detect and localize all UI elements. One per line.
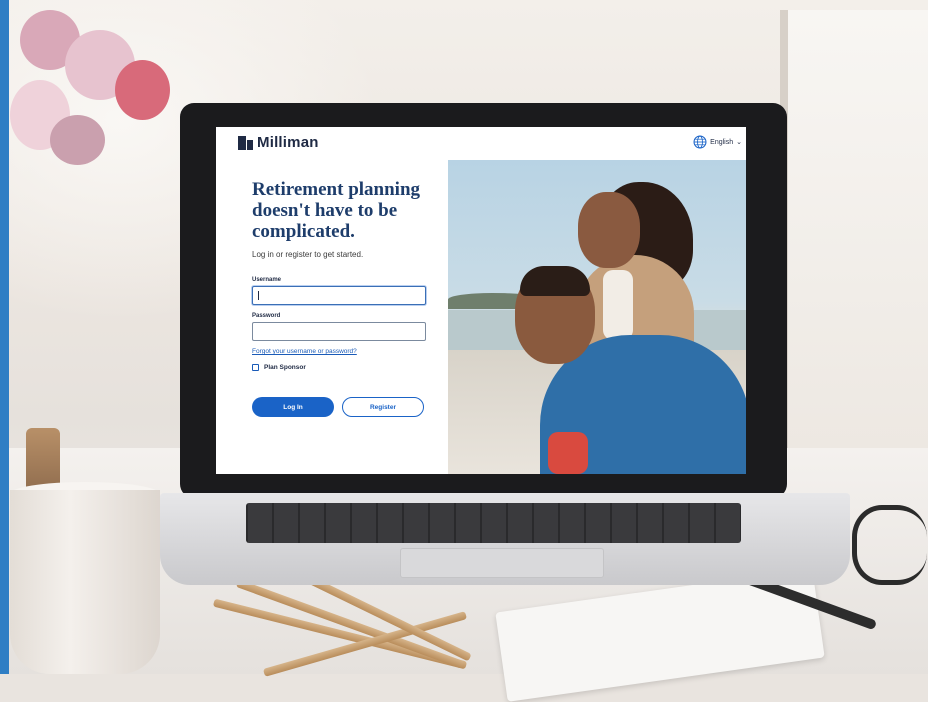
checkbox-icon[interactable] bbox=[252, 364, 259, 371]
username-label: Username bbox=[252, 277, 282, 283]
site-header: Milliman English ⌄ bbox=[216, 127, 746, 159]
login-form: Retirement planning doesn't have to be c… bbox=[252, 179, 432, 417]
chevron-down-icon: ⌄ bbox=[736, 139, 742, 146]
pencils-decoration bbox=[200, 566, 490, 677]
page-headline: Retirement planning doesn't have to be c… bbox=[252, 179, 421, 242]
eyeglasses bbox=[852, 505, 927, 585]
form-actions: Log In Register bbox=[252, 397, 432, 417]
laptop-screen: Milliman English ⌄ Retirement planning d… bbox=[216, 127, 746, 474]
flowers-decoration bbox=[10, 0, 180, 200]
plan-sponsor-label: Plan Sponsor bbox=[264, 364, 306, 371]
language-selector[interactable]: English ⌄ bbox=[693, 135, 742, 149]
password-field[interactable] bbox=[252, 322, 426, 341]
accent-side-bar bbox=[0, 0, 9, 674]
language-label: English bbox=[710, 138, 734, 146]
laptop-keyboard bbox=[246, 503, 741, 543]
text-caret bbox=[258, 291, 259, 300]
logo-mark-icon bbox=[238, 135, 253, 150]
coffee-cup bbox=[10, 490, 160, 674]
plan-sponsor-option[interactable]: Plan Sponsor bbox=[252, 364, 432, 371]
milliman-logo[interactable]: Milliman bbox=[238, 134, 319, 151]
forgot-credentials-link[interactable]: Forgot your username or password? bbox=[252, 348, 432, 355]
hero-red-shorts bbox=[548, 432, 588, 474]
register-button[interactable]: Register bbox=[342, 397, 424, 417]
logo-text: Milliman bbox=[257, 134, 319, 151]
hero-woman-shirt bbox=[603, 270, 633, 340]
globe-icon bbox=[693, 135, 707, 149]
laptop-trackpad bbox=[400, 548, 604, 578]
login-button[interactable]: Log In bbox=[252, 397, 334, 417]
hero-photo bbox=[448, 160, 746, 474]
window-pane bbox=[780, 10, 928, 450]
hero-man-hair bbox=[520, 266, 590, 296]
hero-woman-face bbox=[578, 192, 640, 268]
password-label: Password bbox=[252, 313, 281, 319]
page-subheading: Log in or register to get started. bbox=[252, 250, 364, 259]
username-field[interactable] bbox=[252, 286, 426, 305]
